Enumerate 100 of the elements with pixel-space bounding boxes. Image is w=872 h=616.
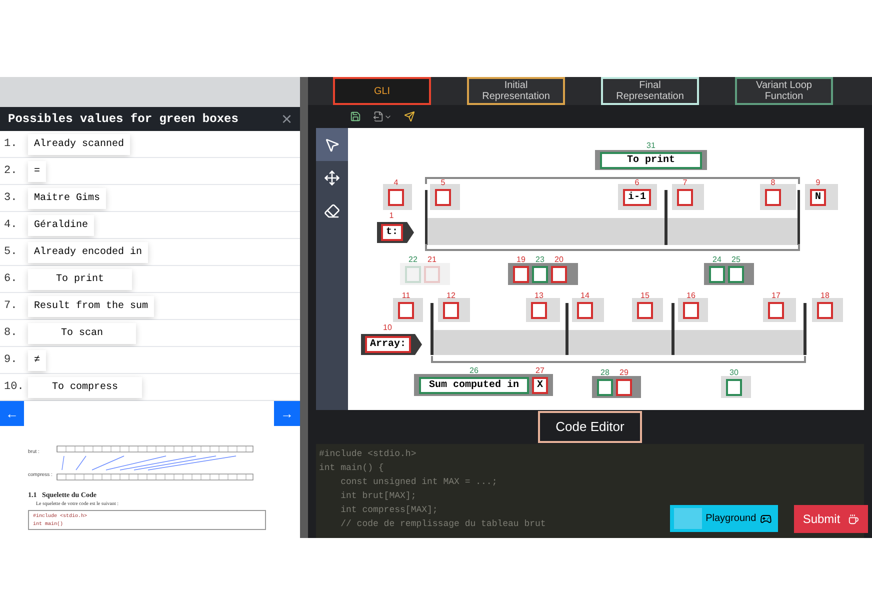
answer-box[interactable]: Sum computed in: [419, 376, 529, 394]
answer-box[interactable]: [709, 266, 725, 282]
value-chip[interactable]: Result from the sum: [28, 296, 154, 316]
code-editor-tab[interactable]: Code Editor: [538, 411, 642, 443]
value-chip[interactable]: ≠: [28, 350, 46, 370]
box-number: 16: [686, 292, 696, 300]
move-icon: [324, 170, 340, 186]
answer-box[interactable]: [443, 302, 459, 318]
box-number: 24: [712, 256, 722, 264]
code-line: #include <stdio.h>: [319, 448, 416, 461]
eraser-icon: [324, 202, 340, 218]
code-line: int brut[MAX];: [340, 490, 416, 503]
box-number: 12: [446, 292, 456, 300]
item-number: 6.: [4, 272, 18, 287]
box-number: 28: [600, 368, 610, 376]
answer-box[interactable]: [532, 266, 548, 282]
answer-box[interactable]: [765, 188, 781, 206]
panel-title: Possibles values for green boxes: [8, 111, 238, 128]
item-number: 7.: [4, 298, 18, 314]
tab[interactable]: Final Representation: [601, 77, 699, 105]
item-number: 5.: [4, 244, 18, 260]
previous-button[interactable]: ←: [0, 401, 24, 426]
value-chip[interactable]: To compress: [28, 376, 142, 398]
box-number: 1: [388, 212, 395, 220]
close-button[interactable]: ×: [281, 110, 292, 128]
box-number: 9: [814, 178, 822, 186]
box-number: 31: [646, 142, 656, 150]
item-number: 2.: [4, 164, 18, 179]
box-number: 8: [770, 178, 776, 186]
box-number: 22: [408, 256, 418, 264]
box-number: 18: [820, 292, 830, 300]
box-number: 5: [440, 178, 446, 186]
answer-box[interactable]: [597, 378, 613, 396]
box-number: 7: [682, 178, 688, 186]
export-menu[interactable]: [373, 111, 392, 122]
box-number: 11: [400, 292, 412, 300]
answer-box[interactable]: To print: [600, 152, 702, 168]
item-number: 10.: [4, 380, 22, 395]
answer-box[interactable]: [398, 302, 414, 318]
value-chip[interactable]: Already scanned: [28, 134, 130, 154]
box-number: 19: [516, 256, 526, 264]
box-number: 30: [728, 368, 740, 376]
box-number: 25: [730, 256, 742, 264]
export-icon: [373, 111, 384, 122]
answer-box[interactable]: N: [810, 188, 826, 206]
submit-button[interactable]: Submit: [794, 505, 868, 533]
box-number: 29: [618, 368, 630, 376]
code-line: const unsigned int MAX = ...;: [340, 476, 498, 489]
gamepad-icon: [760, 512, 772, 524]
value-chip[interactable]: To print: [28, 268, 132, 290]
answer-box[interactable]: [683, 302, 699, 318]
answer-box[interactable]: X: [532, 376, 548, 394]
box-number: 27: [534, 366, 546, 374]
item-number: 8.: [4, 326, 18, 341]
box-number: 4: [392, 178, 400, 186]
value-chip[interactable]: =: [28, 160, 46, 182]
next-button[interactable]: →: [274, 401, 300, 426]
box-number: 23: [534, 256, 546, 264]
answer-box[interactable]: [551, 266, 567, 282]
tab[interactable]: Initial Representation: [467, 77, 565, 105]
box-number: 26: [468, 366, 480, 374]
tool-button[interactable]: [316, 128, 348, 161]
box-number: 17: [770, 292, 782, 300]
box-number: 15: [640, 292, 650, 300]
tab[interactable]: GLI: [333, 77, 431, 105]
send-icon[interactable]: [404, 111, 415, 122]
save-icon[interactable]: [350, 111, 361, 122]
answer-box[interactable]: [768, 302, 784, 318]
value-chip[interactable]: Maitre Gims: [28, 188, 106, 208]
item-number: 9.: [4, 352, 18, 368]
tab[interactable]: Variant Loop Function: [735, 77, 833, 105]
answer-box[interactable]: [435, 188, 451, 206]
label-box: t:: [381, 224, 404, 241]
answer-box[interactable]: [637, 302, 653, 318]
answer-box[interactable]: i-1: [623, 188, 652, 206]
answer-box[interactable]: [531, 302, 547, 318]
value-chip[interactable]: Already encoded in: [28, 242, 148, 262]
answer-box[interactable]: [577, 302, 593, 318]
item-number: 3.: [4, 190, 18, 206]
code-line: int compress[MAX];: [340, 504, 438, 517]
value-chip[interactable]: Géraldine: [28, 214, 94, 236]
mug-icon: [848, 514, 860, 524]
pointer-icon: [324, 136, 340, 152]
scrollbar[interactable]: [300, 77, 308, 538]
code-line: int main() {: [319, 462, 384, 475]
box-number: 13: [534, 292, 544, 300]
playground-button[interactable]: Playground: [670, 505, 778, 532]
box-number: 21: [426, 256, 438, 264]
value-chip[interactable]: To scan: [28, 322, 136, 344]
answer-box[interactable]: [726, 378, 742, 396]
item-number: 4.: [4, 218, 18, 233]
answer-box[interactable]: [616, 378, 632, 396]
box-number: 10: [382, 324, 393, 332]
label-box: Array:: [365, 336, 412, 353]
answer-box[interactable]: [677, 188, 693, 206]
answer-box[interactable]: [728, 266, 744, 282]
answer-box[interactable]: [817, 302, 833, 318]
answer-box[interactable]: [513, 266, 529, 282]
box-number: 14: [580, 292, 590, 300]
answer-box[interactable]: [388, 188, 404, 206]
